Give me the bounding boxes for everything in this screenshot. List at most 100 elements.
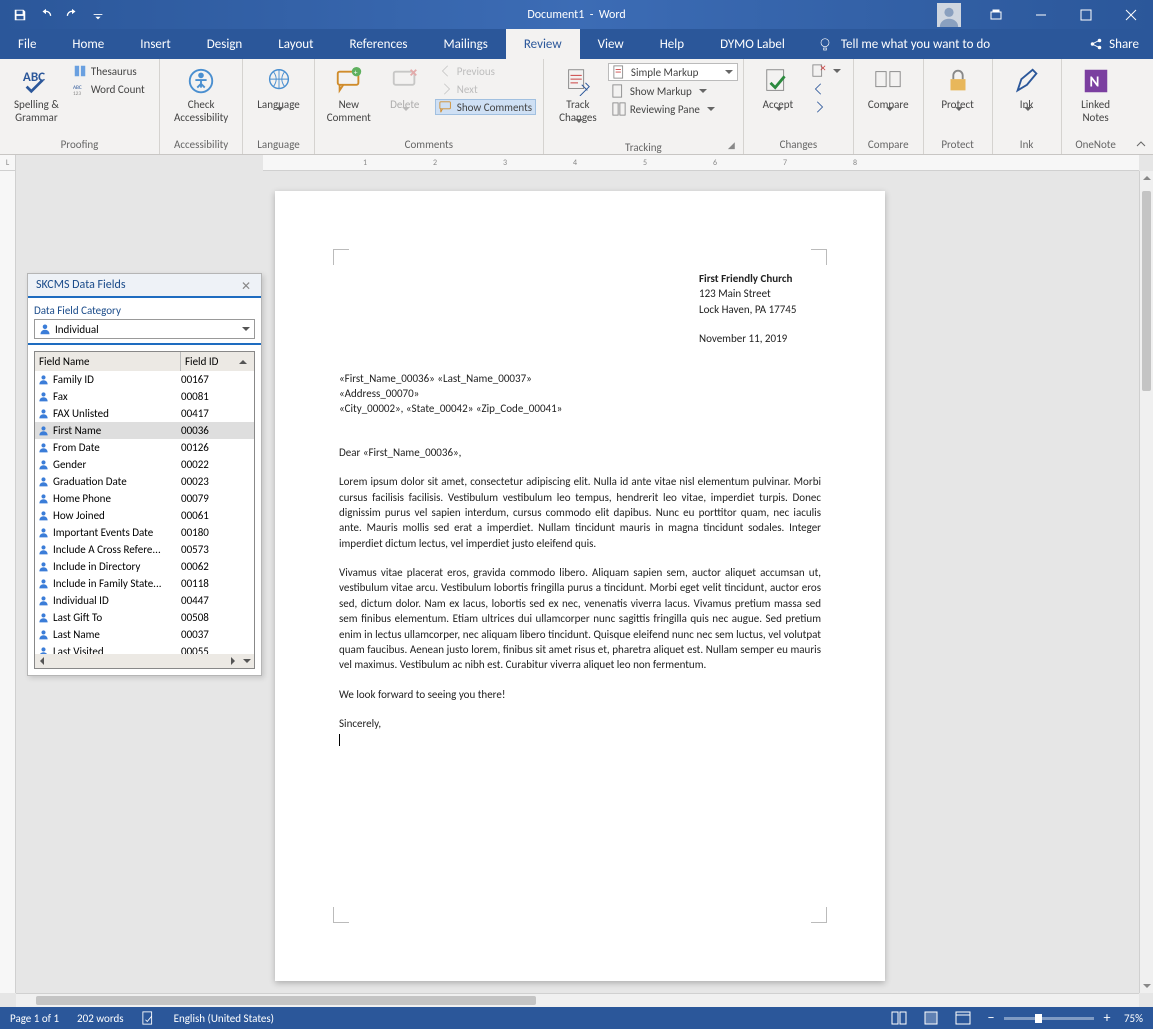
tab-view[interactable]: View (580, 29, 642, 59)
field-id-cell: 00062 (181, 560, 236, 573)
table-row[interactable]: FAX Unlisted00417 (35, 405, 254, 422)
word-count-indicator[interactable]: 202 words (77, 1012, 124, 1025)
save-button[interactable] (8, 3, 32, 27)
collapse-ribbon-button[interactable] (1130, 59, 1153, 154)
table-row[interactable]: Include A Cross Refere...00573 (35, 541, 254, 558)
next-comment-button[interactable]: Next (435, 81, 536, 97)
vertical-ruler-outer[interactable] (0, 171, 16, 993)
col-field-name[interactable]: Field Name (35, 352, 181, 371)
table-row[interactable]: From Date00126 (35, 439, 254, 456)
tab-insert[interactable]: Insert (122, 29, 189, 59)
check-accessibility-button[interactable]: Check Accessibility (168, 63, 234, 136)
show-comments-button[interactable]: Show Comments (435, 99, 536, 115)
previous-change-button[interactable] (808, 81, 845, 97)
tab-help[interactable]: Help (642, 29, 702, 59)
tab-layout[interactable]: Layout (260, 29, 331, 59)
tab-references[interactable]: References (332, 29, 426, 59)
scroll-up-button[interactable] (1140, 171, 1153, 185)
ribbon-display-options[interactable] (973, 0, 1018, 29)
col-field-id[interactable]: Field ID (181, 352, 236, 371)
display-for-review-dropdown[interactable]: Simple Markup (608, 63, 738, 81)
zoom-out-button[interactable]: − (984, 1011, 998, 1025)
read-mode-button[interactable] (888, 1009, 910, 1027)
spell-check-status-icon[interactable] (142, 1011, 156, 1025)
vertical-scrollbar[interactable] (1139, 171, 1153, 993)
scroll-down-button[interactable] (1140, 979, 1153, 993)
tab-mailings[interactable]: Mailings (426, 29, 506, 59)
scroll-down-button[interactable] (240, 654, 254, 668)
language-indicator[interactable]: English (United States) (174, 1012, 274, 1025)
redo-button[interactable] (60, 3, 84, 27)
table-body[interactable]: Family ID00167Fax00081FAX Unlisted00417F… (35, 371, 254, 654)
table-row[interactable]: First Name00036 (35, 422, 254, 439)
table-row[interactable]: Gender00022 (35, 456, 254, 473)
table-row[interactable]: Important Events Date00180 (35, 524, 254, 541)
thesaurus-button[interactable]: Thesaurus (69, 63, 149, 79)
zoom-level[interactable]: 75% (1124, 1012, 1143, 1025)
tell-me-search[interactable]: Tell me what you want to do (817, 29, 990, 59)
table-row[interactable]: Family ID00167 (35, 371, 254, 388)
language-button[interactable]: Language (251, 63, 305, 136)
skcms-data-fields-pane[interactable]: SKCMS Data Fields ✕ Data Field Category … (27, 273, 262, 676)
pane-title-bar[interactable]: SKCMS Data Fields ✕ (28, 274, 261, 296)
table-row[interactable]: Last Gift To00508 (35, 609, 254, 626)
table-row[interactable]: Fax00081 (35, 388, 254, 405)
undo-button[interactable] (34, 3, 58, 27)
word-count-button[interactable]: ABC123Word Count (69, 81, 149, 97)
compare-button[interactable]: Compare (862, 63, 915, 136)
minimize-button[interactable] (1018, 0, 1063, 29)
account-avatar[interactable] (937, 3, 961, 27)
share-button[interactable]: Share (1089, 29, 1153, 59)
table-row[interactable]: Include in Directory00062 (35, 558, 254, 575)
scroll-left-button[interactable] (35, 654, 49, 668)
delete-comment-button[interactable]: Delete (379, 63, 431, 136)
scroll-track[interactable] (49, 654, 226, 668)
zoom-track[interactable] (1004, 1017, 1094, 1020)
table-row[interactable]: Home Phone00079 (35, 490, 254, 507)
reject-dropdown[interactable] (808, 63, 845, 79)
maximize-button[interactable] (1063, 0, 1108, 29)
zoom-thumb[interactable] (1035, 1014, 1042, 1023)
zoom-slider[interactable]: − + (984, 1011, 1114, 1025)
tab-dymo-label[interactable]: DYMO Label (702, 29, 803, 59)
reviewing-pane-dropdown[interactable]: Reviewing Pane (608, 101, 738, 117)
table-row[interactable]: Last Visited00055 (35, 643, 254, 654)
pane-close-button[interactable]: ✕ (241, 279, 253, 291)
accept-button[interactable]: Accept (752, 63, 804, 136)
document-page[interactable]: First Friendly Church 123 Main Street Lo… (275, 191, 885, 981)
next-change-button[interactable] (808, 99, 845, 115)
page-scroll-area[interactable]: First Friendly Church 123 Main Street Lo… (263, 171, 1139, 993)
scroll-up-button[interactable] (236, 352, 250, 371)
customize-qat-dropdown[interactable] (86, 3, 110, 27)
spelling-grammar-button[interactable]: ABC Spelling & Grammar (8, 63, 65, 136)
tab-design[interactable]: Design (189, 29, 260, 59)
scrollbar-thumb[interactable] (1142, 191, 1151, 391)
scrollbar-thumb-h[interactable] (36, 996, 536, 1005)
table-row[interactable]: Last Name00037 (35, 626, 254, 643)
protect-button[interactable]: Protect (932, 63, 984, 136)
close-button[interactable] (1108, 0, 1153, 29)
zoom-in-button[interactable]: + (1100, 1011, 1114, 1025)
tracking-dialog-launcher[interactable]: ◢ (728, 140, 740, 152)
tab-review[interactable]: Review (506, 29, 580, 59)
data-field-category-dropdown[interactable]: Individual (34, 319, 255, 339)
horizontal-ruler[interactable]: 12345678 (263, 155, 1139, 171)
table-row[interactable]: Include in Family State...00118 (35, 575, 254, 592)
tab-home[interactable]: Home (54, 29, 122, 59)
track-changes-button[interactable]: Track Changes (552, 63, 604, 139)
web-layout-button[interactable] (952, 1009, 974, 1027)
new-comment-button[interactable]: + New Comment (323, 63, 375, 136)
linked-notes-button[interactable]: N Linked Notes (1070, 63, 1122, 136)
table-row[interactable]: How Joined00061 (35, 507, 254, 524)
table-row[interactable]: Graduation Date00023 (35, 473, 254, 490)
show-markup-dropdown[interactable]: Show Markup (608, 83, 738, 99)
previous-comment-button[interactable]: Previous (435, 63, 536, 79)
table-row[interactable]: Individual ID00447 (35, 592, 254, 609)
horizontal-scrollbar[interactable] (16, 993, 1139, 1007)
scroll-right-button[interactable] (226, 654, 240, 668)
tab-file[interactable]: File (0, 29, 54, 59)
ink-button[interactable]: Ink (1001, 63, 1053, 136)
print-layout-button[interactable] (920, 1009, 942, 1027)
page-indicator[interactable]: Page 1 of 1 (10, 1012, 59, 1025)
table-header[interactable]: Field Name Field ID (35, 352, 254, 371)
